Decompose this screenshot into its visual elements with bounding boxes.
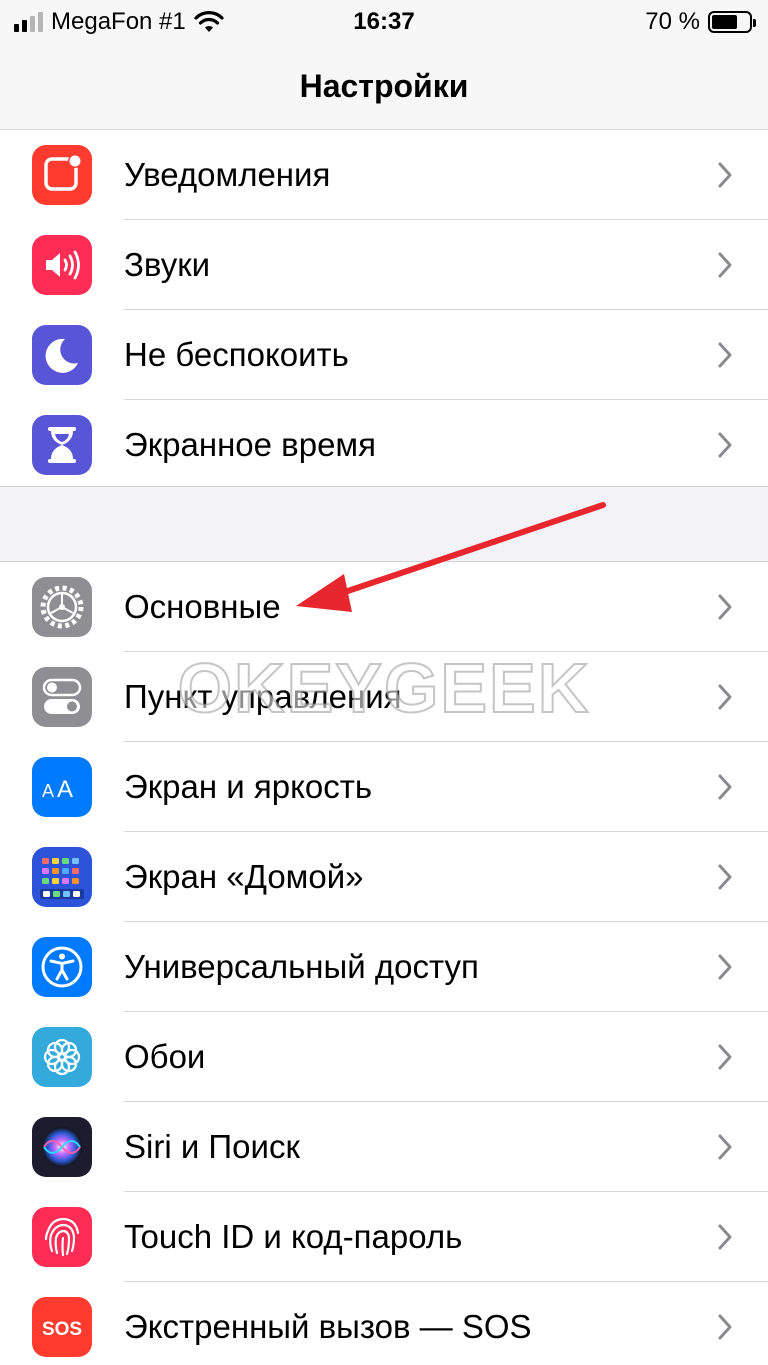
row-notifications[interactable]: Уведомления [0,130,768,220]
chevron-right-icon [718,162,732,188]
settings-group-2: Основные Пункт управления A A Экран и яр… [0,561,768,1365]
row-siri-search[interactable]: Siri и Поиск [0,1102,768,1192]
speaker-icon [32,235,92,295]
text-size-icon: A A [32,757,92,817]
chevron-right-icon [718,954,732,980]
chevron-right-icon [718,1044,732,1070]
battery-percent: 70 % [645,8,700,35]
chevron-right-icon [718,864,732,890]
row-label: Экран и яркость [124,768,373,805]
row-label: Универсальный доступ [124,948,479,985]
row-emergency-sos[interactable]: SOS Экстренный вызов — SOS [0,1282,768,1365]
hourglass-icon [32,415,92,475]
chevron-right-icon [718,1134,732,1160]
siri-icon [32,1117,92,1177]
svg-text:A: A [42,781,54,801]
row-accessibility[interactable]: Универсальный доступ [0,922,768,1012]
row-label: Siri и Поиск [124,1128,300,1165]
page-title: Настройки [299,68,469,104]
chevron-right-icon [718,684,732,710]
row-touch-id[interactable]: Touch ID и код-пароль [0,1192,768,1282]
row-label: Звуки [124,246,211,283]
status-bar: MegaFon #1 16:37 70 % [0,0,768,44]
row-label: Основные [124,588,281,625]
row-label: Не беспокоить [124,336,349,373]
row-wallpaper[interactable]: Обои [0,1012,768,1102]
chevron-right-icon [718,1224,732,1250]
row-home-screen[interactable]: Экран «Домой» [0,832,768,922]
chevron-right-icon [718,432,732,458]
row-sounds[interactable]: Звуки [0,220,768,310]
row-control-center[interactable]: Пункт управления [0,652,768,742]
nav-bar: Настройки [0,44,768,130]
row-label: Touch ID и код-пароль [124,1218,463,1255]
row-do-not-disturb[interactable]: Не беспокоить [0,310,768,400]
toggles-icon [32,667,92,727]
row-display-brightness[interactable]: A A Экран и яркость [0,742,768,832]
row-screen-time[interactable]: Экранное время [0,400,768,490]
notifications-icon [32,145,92,205]
battery-icon [708,11,756,33]
moon-icon [32,325,92,385]
status-right: 70 % [645,8,756,36]
settings-group-1: Уведомления Звуки Не беспокоить Экранное… [0,130,768,487]
chevron-right-icon [718,342,732,368]
chevron-right-icon [718,594,732,620]
row-label: Экранное время [124,426,376,463]
svg-text:SOS: SOS [42,1319,82,1340]
home-grid-icon [32,847,92,907]
fingerprint-icon [32,1207,92,1267]
row-label: Экстренный вызов — SOS [124,1308,532,1345]
flower-icon [32,1027,92,1087]
chevron-right-icon [718,252,732,278]
svg-text:A: A [57,776,73,803]
accessibility-icon [32,937,92,997]
row-label: Уведомления [124,156,331,193]
row-label: Пункт управления [124,678,402,715]
sos-icon: SOS [32,1297,92,1357]
row-label: Обои [124,1038,206,1075]
chevron-right-icon [718,1314,732,1340]
chevron-right-icon [718,774,732,800]
row-label: Экран «Домой» [124,858,364,895]
row-general[interactable]: Основные [0,562,768,652]
gear-icon [32,577,92,637]
